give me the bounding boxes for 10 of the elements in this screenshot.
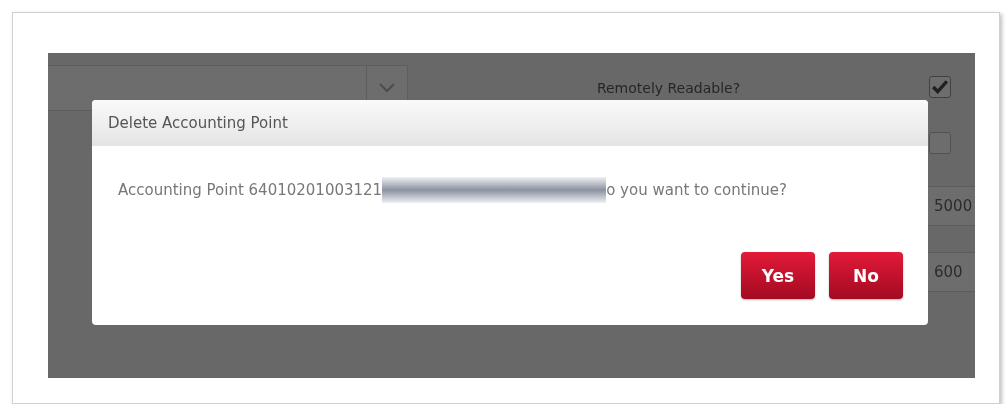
- message-text: Accounting Point 64010201003121: [118, 181, 383, 199]
- checkbox[interactable]: [929, 76, 951, 98]
- checkmark-icon: [932, 80, 948, 94]
- no-button[interactable]: No: [829, 252, 903, 299]
- yes-button[interactable]: Yes: [741, 252, 815, 299]
- dialog-title: Delete Accounting Point: [108, 114, 288, 132]
- chevron-down-icon: [379, 83, 395, 93]
- checkbox[interactable]: [929, 132, 951, 154]
- message-text: o you want to continue?: [606, 181, 788, 199]
- remotely-readable-label: Remotely Readable?: [595, 80, 742, 96]
